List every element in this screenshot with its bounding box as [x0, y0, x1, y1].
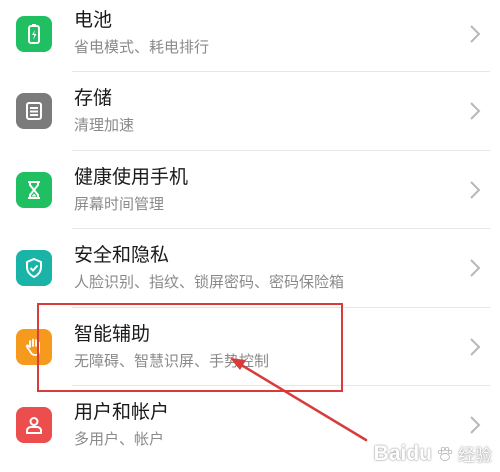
- settings-item-subtitle: 屏幕时间管理: [74, 194, 165, 213]
- settings-item-subtitle: 清理加速: [74, 116, 135, 134]
- settings-item-title: 用户和帐户: [74, 401, 170, 423]
- settings-item-battery[interactable]: 电池 省电模式、耗电排行: [0, 0, 500, 72]
- settings-item-users-accounts[interactable]: 用户和帐户 多用户、帐户: [0, 386, 500, 465]
- settings-page: 电池 省电模式、耗电排行 存储 清理加速 健康使用手机 屏幕时间管理 安全和隐私…: [0, 0, 500, 472]
- hand-icon: [16, 328, 52, 365]
- settings-list: 电池 省电模式、耗电排行 存储 清理加速 健康使用手机 屏幕时间管理 安全和隐私…: [0, 0, 500, 465]
- chevron-right-icon: [468, 336, 482, 358]
- hand-glyph: [25, 338, 40, 356]
- settings-item-digital-balance[interactable]: 健康使用手机 屏幕时间管理: [0, 151, 500, 229]
- battery-icon: [16, 16, 52, 52]
- chevron-right-icon: [468, 179, 482, 201]
- settings-item-title: 电池: [74, 9, 113, 31]
- settings-item-title: 健康使用手机: [74, 165, 189, 188]
- storage-icon: [16, 93, 52, 130]
- chevron-right-icon: [468, 100, 482, 122]
- battery-glyph: [28, 24, 40, 44]
- settings-item-title: 智能辅助: [74, 322, 151, 345]
- storage-glyph: [26, 102, 42, 121]
- chevron-right-icon: [468, 414, 482, 436]
- settings-item-smart-assistance[interactable]: 智能辅助 无障碍、智慧识屏、手势控制: [0, 308, 500, 386]
- settings-item-security-privacy[interactable]: 安全和隐私 人脸识别、指纹、锁屏密码、密码保险箱: [0, 229, 500, 308]
- shield-icon: [16, 250, 52, 287]
- settings-item-subtitle: 省电模式、耗电排行: [74, 38, 210, 56]
- settings-item-storage[interactable]: 存储 清理加速: [0, 72, 500, 151]
- user-glyph: [26, 417, 42, 435]
- user-icon: [16, 407, 52, 444]
- chevron-right-icon: [468, 23, 482, 45]
- settings-item-subtitle: 人脸识别、指纹、锁屏密码、密码保险箱: [74, 273, 345, 291]
- settings-item-title: 存储: [74, 87, 113, 109]
- hourglass-icon: [16, 171, 52, 208]
- chevron-right-icon: [468, 257, 482, 279]
- settings-item-subtitle: 多用户、帐户: [74, 430, 165, 448]
- settings-item-subtitle: 无障碍、智慧识屏、手势控制: [74, 351, 270, 370]
- shield-glyph: [26, 258, 42, 279]
- settings-item-title: 安全和隐私: [74, 244, 170, 266]
- hourglass-glyph: [28, 180, 40, 199]
